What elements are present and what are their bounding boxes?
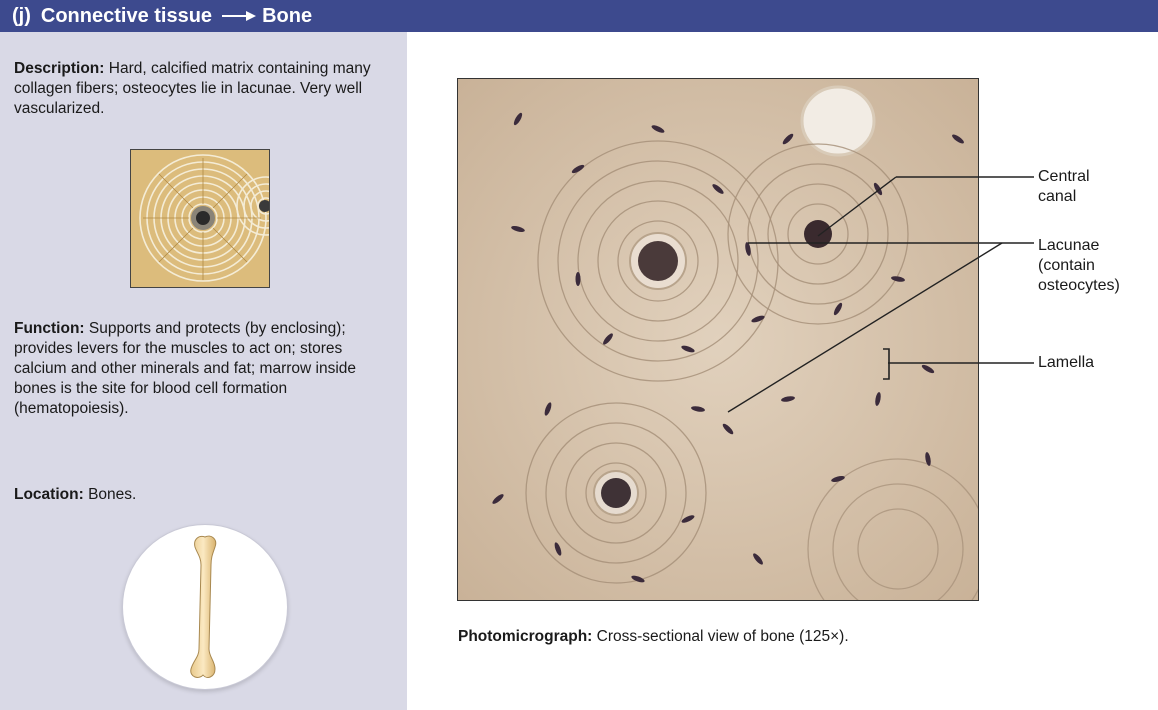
caption-text: Cross-sectional view of bone (125×). <box>596 628 849 645</box>
section-letter: (j) <box>12 4 31 27</box>
location-text: Bones. <box>88 486 137 503</box>
osteon-illustration-icon <box>130 149 270 288</box>
function-heading: Function: <box>14 320 85 337</box>
long-bone-icon <box>122 524 288 690</box>
label-central-canal: Central canal <box>1038 168 1090 205</box>
info-panel: Description: Hard, calcified matrix cont… <box>0 32 407 710</box>
description-heading: Description: <box>14 60 105 77</box>
bone-photomicrograph <box>457 78 979 601</box>
label-lamella: Lamella <box>1038 354 1095 371</box>
description-block: Description: Hard, calcified matrix cont… <box>14 59 399 119</box>
tissue-title: Connective tissue <box>40 4 213 27</box>
section-header: (j) Connective tissue Bone <box>0 0 1158 32</box>
location-block: Location: Bones. <box>14 485 399 505</box>
right-arrow-icon <box>222 11 257 21</box>
photomicrograph-caption: Photomicrograph: Cross-sectional view of… <box>458 627 1058 647</box>
function-block: Function: Supports and protects (by encl… <box>14 319 399 419</box>
location-heading: Location: <box>14 486 84 503</box>
label-lacunae: Lacunae (contain osteocytes) <box>1038 237 1120 294</box>
tissue-subtype: Bone <box>262 4 313 27</box>
caption-heading: Photomicrograph: <box>458 628 593 645</box>
